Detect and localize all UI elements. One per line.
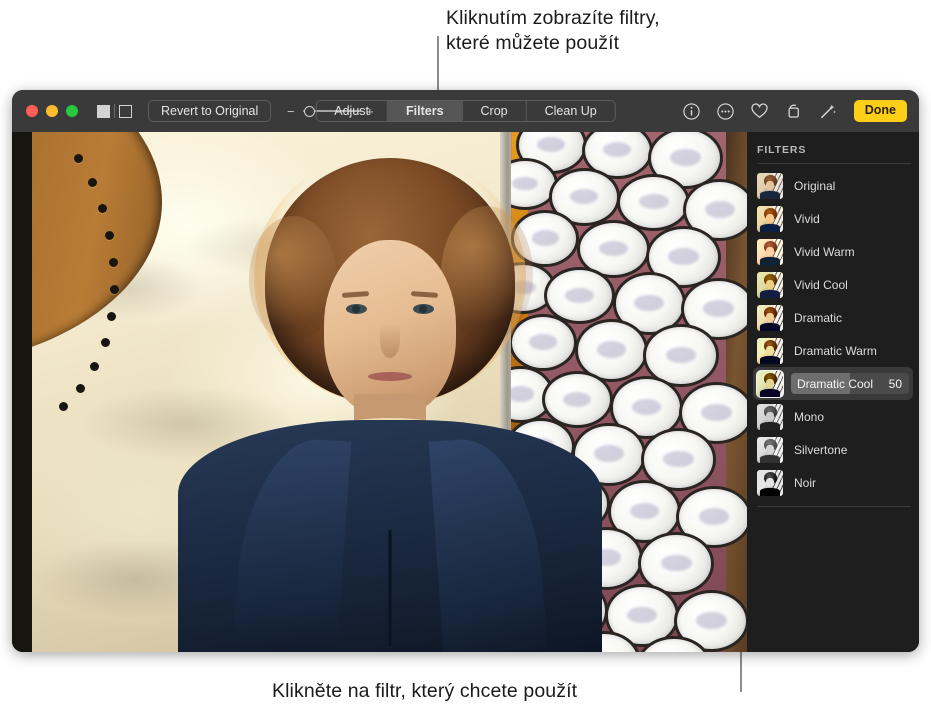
arc-stud [74, 154, 83, 163]
filter-row-silvertone[interactable]: Silvertone [753, 433, 913, 466]
filter-thumbnail [757, 436, 783, 463]
subject-eyebrow-left [341, 291, 369, 298]
subject-eye-right [412, 304, 434, 314]
filter-row-mono[interactable]: Mono [753, 400, 913, 433]
maximize-button[interactable] [66, 105, 78, 117]
filter-row-dramatic-warm[interactable]: Dramatic Warm [753, 334, 913, 367]
filter-thumbnail [757, 172, 783, 199]
arc-stud [59, 402, 68, 411]
filter-label: Vivid [794, 211, 820, 226]
editor-body: FILTERS Original Vivid Vivid Warm Vivid … [12, 132, 919, 652]
subject-nose [379, 324, 400, 358]
filter-intensity-value: 50 [888, 376, 902, 391]
callout-top-text: Kliknutím zobrazíte filtry, které můžete… [446, 7, 660, 54]
jacket-lapel-left [232, 434, 351, 652]
filter-row-vivid[interactable]: Vivid [753, 202, 913, 235]
photo-canvas[interactable] [12, 132, 747, 652]
arc-stud [76, 384, 85, 393]
window-controls [26, 105, 78, 117]
filter-label: Vivid Warm [794, 244, 855, 259]
more-options-icon[interactable] [716, 102, 735, 121]
filters-list-end-divider [757, 506, 911, 507]
callout-top-leader-line [437, 36, 439, 92]
favorite-heart-icon[interactable] [750, 102, 769, 121]
arc-stud [88, 178, 97, 187]
filter-thumbnail [757, 337, 783, 364]
single-view-icon[interactable] [97, 104, 110, 118]
filters-panel-divider [757, 163, 911, 164]
tab-adjust[interactable]: Adjust [316, 101, 389, 121]
subject-eye-left [345, 304, 367, 314]
filter-thumbnail [757, 469, 783, 496]
magic-wand-icon[interactable] [818, 102, 837, 121]
arc-stud [90, 362, 99, 371]
done-button[interactable]: Done [853, 100, 907, 122]
edited-photo[interactable] [32, 132, 747, 652]
filter-label: Dramatic Cool [797, 376, 874, 391]
filters-list[interactable]: Original Vivid Vivid Warm Vivid Cool Dra [747, 169, 919, 499]
jacket-lapel-right [428, 434, 547, 652]
split-view-icon[interactable] [119, 104, 132, 118]
tab-clean-up[interactable]: Clean Up [527, 101, 615, 121]
filter-row-noir[interactable]: Noir [753, 466, 913, 499]
filter-label: Original [794, 178, 836, 193]
close-button[interactable] [26, 105, 38, 117]
arc-stud [109, 258, 118, 267]
info-icon[interactable] [682, 102, 701, 121]
arc-stud [107, 312, 116, 321]
filter-label: Dramatic [794, 310, 843, 325]
filter-label: Vivid Cool [794, 277, 848, 292]
filter-label: Noir [794, 475, 817, 490]
filter-thumbnail [757, 304, 783, 331]
tab-filters[interactable]: Filters [388, 101, 463, 121]
view-mode-toggle[interactable] [97, 104, 132, 118]
filter-thumbnail [757, 403, 783, 430]
filter-row-dramatic[interactable]: Dramatic [753, 301, 913, 334]
filter-row-dramatic-cool[interactable]: Dramatic Cool 50 [753, 367, 913, 400]
zoom-out-icon[interactable]: − [285, 104, 296, 119]
edit-mode-segmented-control[interactable]: Adjust Filters Crop Clean Up [315, 100, 616, 122]
toolbar-actions: Done [682, 100, 909, 122]
filter-row-vivid-cool[interactable]: Vivid Cool [753, 268, 913, 301]
tab-crop[interactable]: Crop [463, 101, 527, 121]
filter-label: Silvertone [794, 442, 848, 457]
subject-mouth [367, 372, 412, 381]
filter-thumbnail [757, 205, 783, 232]
callout-bottom-text: Klikněte na filtr, který chcete použít [272, 680, 578, 702]
arc-stud [110, 285, 119, 294]
view-toggle-divider [114, 104, 115, 118]
editor-toolbar: Revert to Original − + Adjust Filters Cr… [12, 90, 919, 132]
arc-stud [101, 338, 110, 347]
subject-face [323, 240, 456, 416]
revert-to-original-button[interactable]: Revert to Original [148, 100, 272, 122]
canvas-left-gutter [12, 132, 32, 652]
minimize-button[interactable] [46, 105, 58, 117]
filters-sidebar: FILTERS Original Vivid Vivid Warm Vivid … [747, 132, 919, 652]
photo-subject-portrait [177, 132, 602, 652]
arc-stud [105, 231, 114, 240]
filter-thumbnail [757, 271, 783, 298]
zoom-slider-knob[interactable] [304, 105, 316, 117]
hood-drawstring [388, 530, 391, 646]
rotate-icon[interactable] [784, 102, 803, 121]
filter-row-original[interactable]: Original [753, 169, 913, 202]
arc-stud [98, 204, 107, 213]
filter-row-vivid-warm[interactable]: Vivid Warm [753, 235, 913, 268]
filter-thumbnail [757, 238, 783, 265]
filters-panel-title: FILTERS [757, 144, 807, 156]
filter-thumbnail [756, 369, 784, 398]
subject-eyebrow-right [410, 291, 438, 298]
filter-label: Mono [794, 409, 825, 424]
filter-intensity-slider[interactable]: Dramatic Cool 50 [791, 373, 909, 394]
filter-label: Dramatic Warm [794, 343, 877, 358]
photos-editor-window: Revert to Original − + Adjust Filters Cr… [12, 90, 919, 652]
